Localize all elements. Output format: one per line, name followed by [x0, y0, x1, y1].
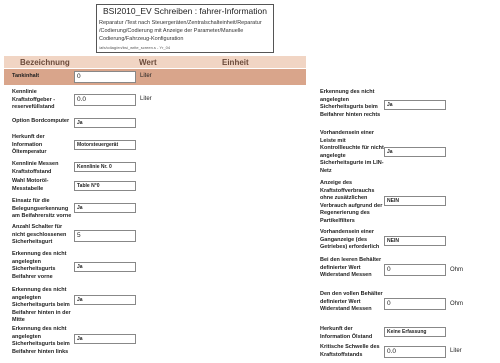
left-label-10: Erkennung des nicht angelegten Sicherhei…	[12, 326, 70, 355]
right-label-2: Anzeige des Kraftstoffverbrauchs ohne zu…	[320, 180, 383, 224]
left-field-10[interactable]: Ja	[74, 334, 136, 344]
right-field-1[interactable]: Ja	[384, 147, 446, 157]
left-field-9[interactable]: Ja	[74, 295, 136, 305]
left-unit-1: Liter	[140, 96, 152, 102]
right-field-4[interactable]: 0	[384, 264, 446, 276]
left-label-3: Herkunft der Information Öltemperatur	[12, 134, 47, 155]
header-wert: Wert	[139, 58, 157, 67]
left-label-5: Wahl Motoröl-Messtabelle	[12, 178, 49, 192]
right-field-2[interactable]: NEIN	[384, 196, 446, 206]
right-field-3[interactable]: NEIN	[384, 236, 446, 246]
page-title: BSI2010_EV Schreiben : fahrer-Informatio…	[103, 6, 267, 16]
left-field-4[interactable]: Kennlinie Nr. 0	[74, 162, 136, 172]
left-field-6[interactable]: Ja	[74, 203, 136, 213]
right-label-0: Erkennung des nicht angelegten Sicherhei…	[320, 89, 381, 118]
left-field-0[interactable]: 0	[74, 71, 136, 83]
header-einheit: Einheit	[222, 58, 249, 67]
left-label-8: Erkennung des nicht angelegten Sicherhei…	[12, 251, 67, 280]
left-field-8[interactable]: Ja	[74, 262, 136, 272]
right-unit-7: Liter	[450, 348, 462, 354]
left-label-6: Einsatz für die Belegungserkennung am Be…	[12, 198, 72, 219]
left-field-5[interactable]: Table N°0	[74, 181, 136, 191]
left-field-3[interactable]: Motorsteuergerät	[74, 140, 136, 150]
right-field-0[interactable]: Ja	[384, 100, 446, 110]
right-label-4: Bei den leeren Behälter definierter Wert…	[320, 257, 382, 278]
right-field-5[interactable]: 0	[384, 298, 446, 310]
right-label-6: Herkunft der Information Ölstand	[320, 326, 373, 340]
right-unit-5: Ohm	[450, 301, 464, 307]
right-field-6[interactable]: Keine Erfassung	[384, 327, 446, 337]
right-label-7: Kritische Schwelle des Kraftstoffstands	[320, 344, 380, 358]
left-field-2[interactable]: Ja	[74, 118, 136, 128]
left-unit-0: Liter	[140, 73, 152, 79]
screen-id: /afx/cdiag/en/bsi_write_screen.s - Yr_04	[99, 45, 171, 50]
right-field-7[interactable]: 0.0	[384, 346, 446, 358]
left-label-7: Anzahl Schalter für nicht geschlossenen …	[12, 224, 67, 245]
right-label-1: Vorhandensein einer Leiste mit Kontrolll…	[320, 130, 384, 174]
tankinhalt-row	[4, 69, 306, 85]
left-label-4: Kennlinie Messen Kraftstoffstand	[12, 161, 59, 175]
title-box: BSI2010_EV Schreiben : fahrer-Informatio…	[96, 4, 274, 53]
header-bezeichnung: Bezeichnung	[20, 58, 70, 67]
left-field-1[interactable]: 0.0	[74, 94, 136, 106]
right-label-3: Vorhandensein einer Ganganzeige (des Get…	[320, 229, 380, 250]
left-label-9: Erkennung des nicht angelegten Sicherhei…	[12, 287, 71, 323]
left-label-2: Option Bordcomputer	[12, 118, 70, 124]
right-unit-4: Ohm	[450, 267, 464, 273]
left-label-0: Tankinhalt	[12, 73, 40, 79]
left-label-1: Kennlinie Kraftstoffgeber - reservefülls…	[12, 89, 56, 110]
table-header: Bezeichnung Wert Einheit	[4, 56, 306, 68]
right-label-5: Den den vollen Behälter definierter Wert…	[320, 291, 383, 312]
page-description: Reparatur /Test nach Steuergeräten/Zentr…	[99, 20, 262, 42]
left-field-7[interactable]: 5	[74, 230, 136, 242]
